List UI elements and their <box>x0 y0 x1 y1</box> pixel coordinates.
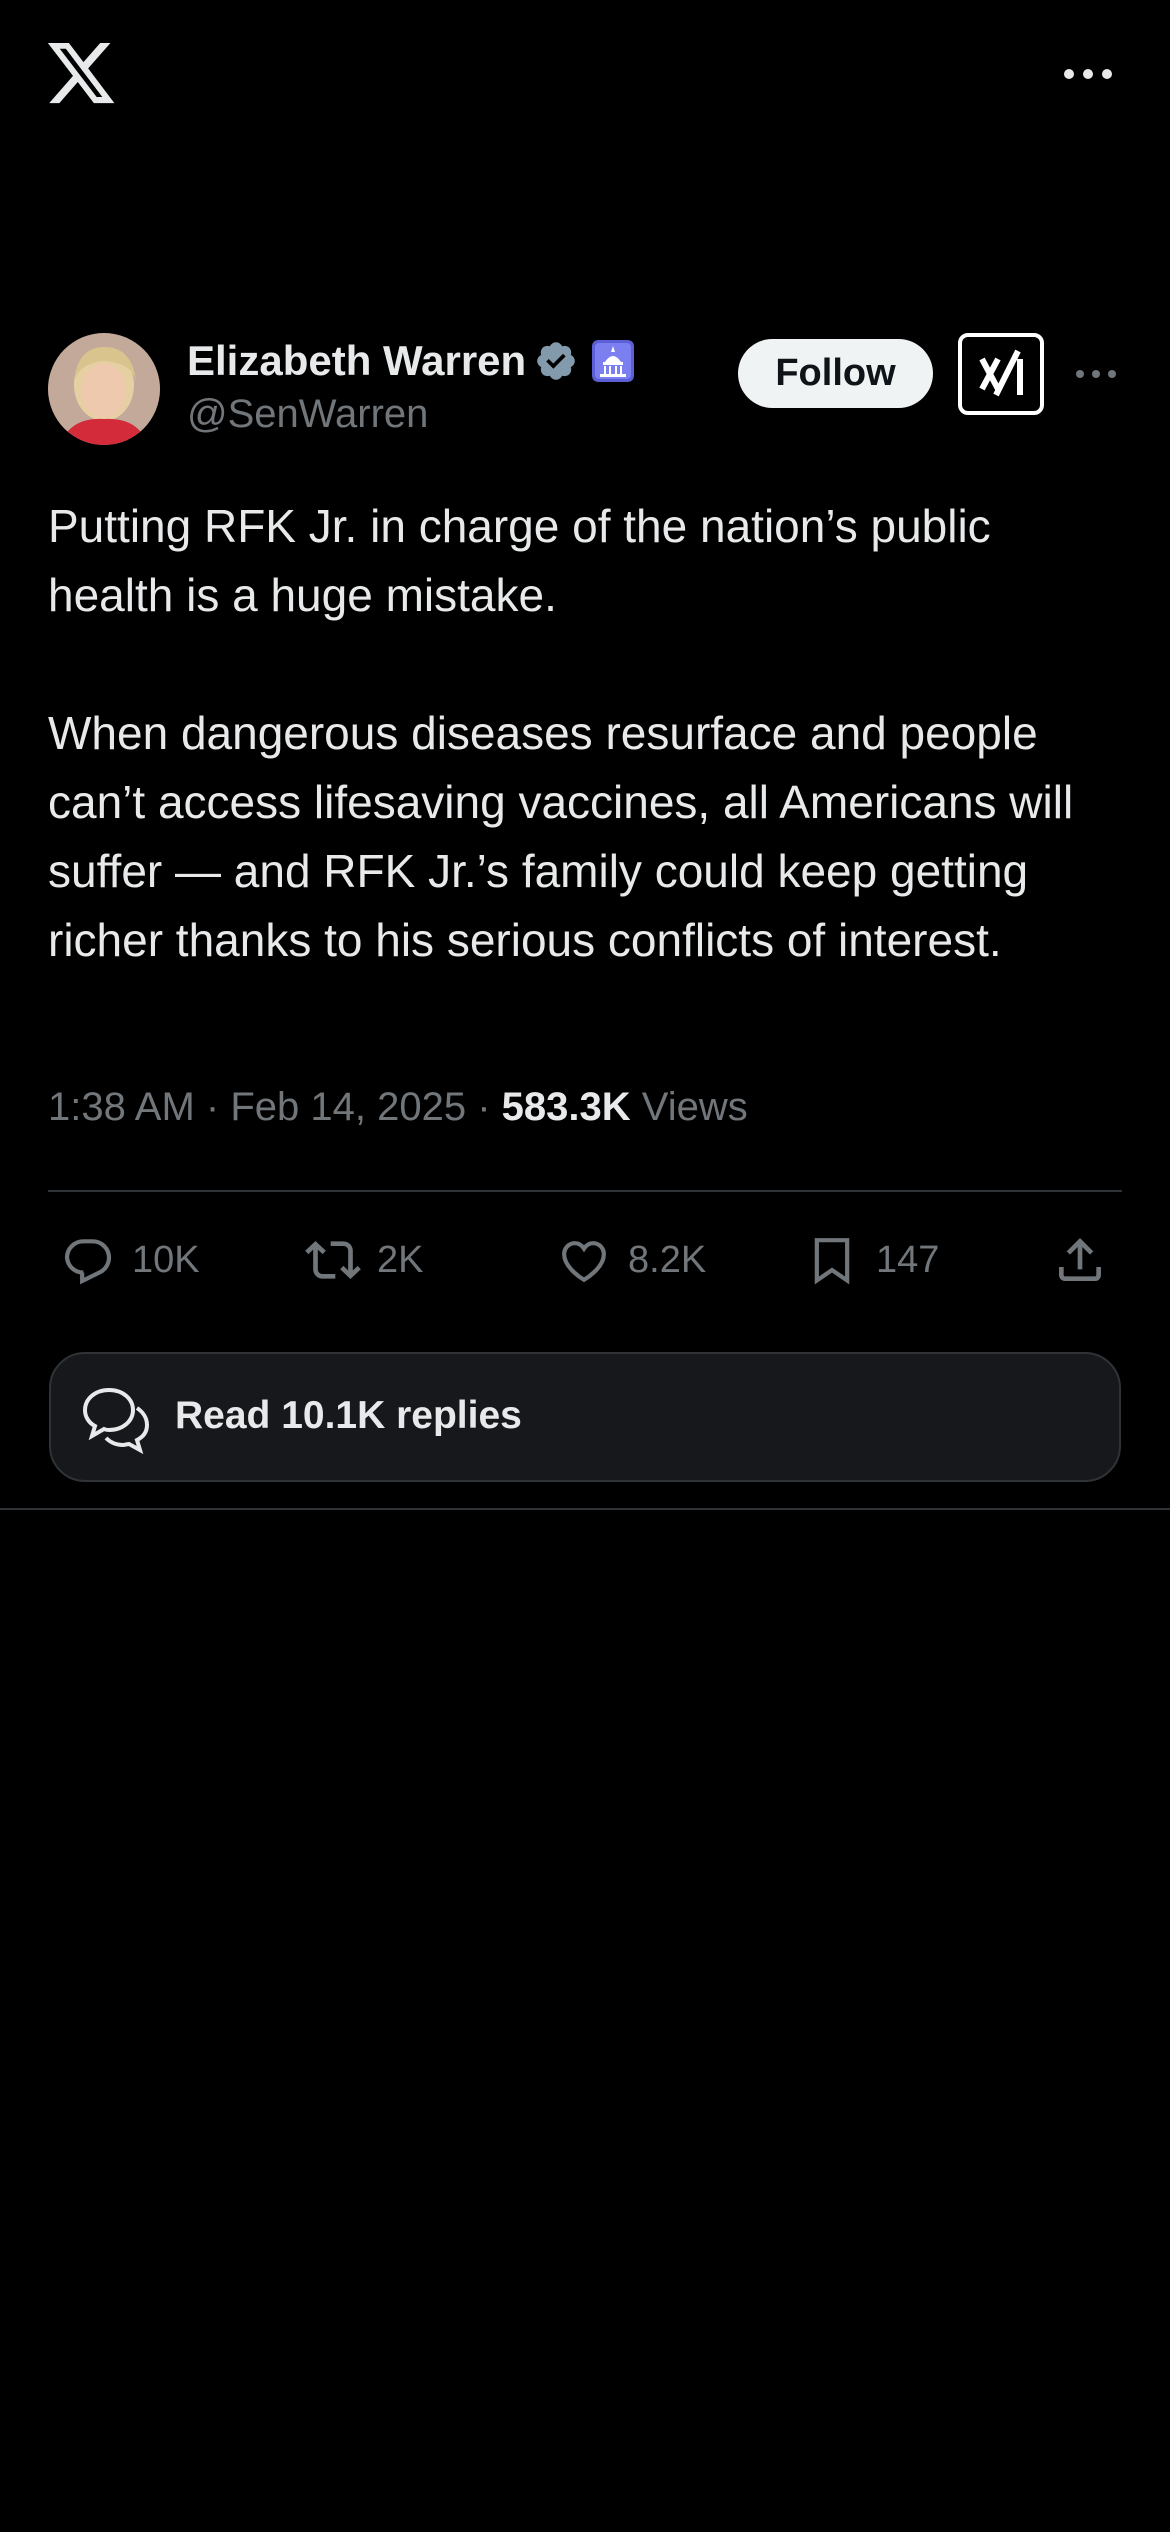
verified-badge-icon[interactable] <box>534 339 578 383</box>
tweet-meta: 1:38 AM · Feb 14, 2025 · 583.3K Views <box>48 1085 748 1130</box>
grok-icon[interactable] <box>958 333 1044 415</box>
read-replies-label: Read 10.1K replies <box>175 1394 522 1437</box>
separator-dot: · <box>205 1085 231 1129</box>
author-handle[interactable]: @SenWarren <box>187 392 428 437</box>
repost-button[interactable]: 2K <box>305 1230 423 1290</box>
tweet-time[interactable]: 1:38 AM <box>48 1085 195 1129</box>
repost-icon <box>305 1241 361 1279</box>
us-capitol-badge-icon[interactable] <box>592 340 635 382</box>
tweet-date[interactable]: Feb 14, 2025 <box>230 1085 466 1129</box>
conversation-icon <box>82 1387 150 1455</box>
bookmark-icon <box>814 1238 850 1285</box>
tweet-more-icon[interactable] <box>1075 365 1117 383</box>
like-count: 8.2K <box>628 1238 707 1281</box>
separator-dot: · <box>477 1085 502 1129</box>
follow-button[interactable]: Follow <box>738 339 933 408</box>
bookmark-count: 147 <box>876 1238 940 1281</box>
share-button[interactable] <box>1052 1230 1108 1290</box>
more-options-icon[interactable] <box>1062 62 1114 86</box>
bookmark-button[interactable]: 147 <box>804 1230 939 1290</box>
reply-count: 10K <box>132 1238 200 1281</box>
heart-icon <box>562 1241 606 1283</box>
tweet-text: Putting RFK Jr. in charge of the nation’… <box>48 500 1074 966</box>
avatar[interactable] <box>48 333 160 445</box>
divider <box>48 1190 1122 1192</box>
read-replies-button[interactable]: Read 10.1K replies <box>49 1352 1121 1482</box>
repost-count: 2K <box>377 1238 424 1281</box>
reply-button[interactable]: 10K <box>60 1230 200 1290</box>
share-icon <box>1059 1238 1101 1281</box>
author-name[interactable]: Elizabeth Warren <box>187 337 526 385</box>
divider <box>0 1508 1170 1510</box>
x-logo-icon[interactable] <box>44 36 118 110</box>
views-label: Views <box>641 1085 748 1129</box>
reply-icon <box>64 1239 112 1285</box>
like-button[interactable]: 8.2K <box>556 1230 706 1290</box>
views-count: 583.3K <box>501 1085 631 1129</box>
author-name-row: Elizabeth Warren <box>187 330 635 392</box>
